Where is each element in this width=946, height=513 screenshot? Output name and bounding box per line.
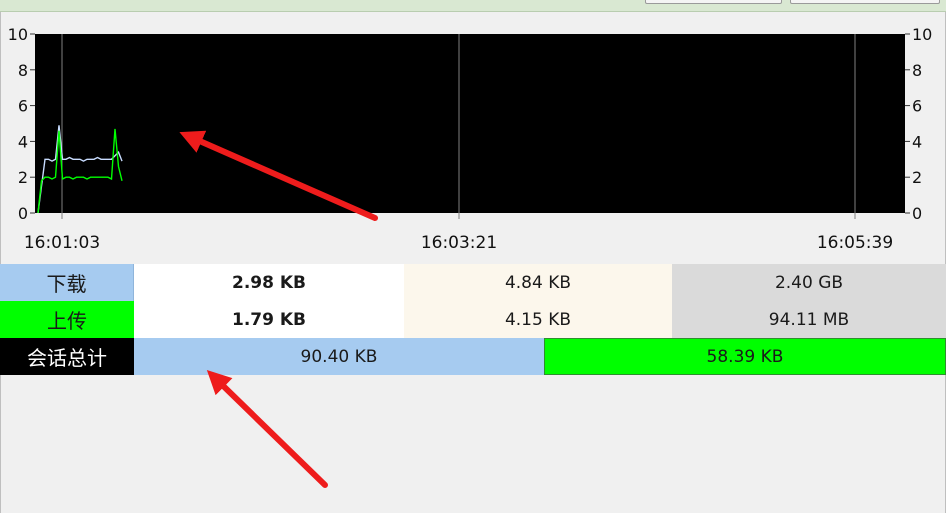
traffic-graph: 0 0 2 2 4 4 6 6 8 8 10 10 16:01:03 16:03:21 16:05:39	[8, 25, 933, 253]
y-tick-label-right-8: 8	[912, 61, 922, 80]
y-tick-label-left-10: 10	[8, 25, 28, 44]
session-download-bar: 90.40 KB	[134, 338, 544, 375]
upload-peak-value: 4.15 KB	[404, 301, 672, 338]
y-tick-label-right-4: 4	[912, 132, 922, 151]
session-total-row: 会话总计 90.40 KB 58.39 KB	[0, 338, 946, 375]
session-upload-bar: 58.39 KB	[544, 338, 946, 375]
time-label-2: 16:05:39	[817, 233, 893, 253]
download-current-value: 2.98 KB	[134, 264, 404, 301]
upload-total-value: 94.11 MB	[672, 301, 946, 338]
upload-row: 上传 1.79 KB 4.15 KB 94.11 MB	[0, 301, 946, 338]
y-tick-label-right-10: 10	[912, 25, 932, 44]
y-tick-label-right-6: 6	[912, 97, 922, 116]
y-tick-label-right-0: 0	[912, 204, 922, 223]
upload-current-value: 1.79 KB	[134, 301, 404, 338]
y-tick-label-left-2: 2	[18, 168, 28, 187]
time-label-0: 16:01:03	[24, 233, 100, 253]
download-label: 下载	[0, 264, 134, 301]
graph-plot-area	[35, 34, 905, 213]
arrow-to-session-bar	[206, 369, 328, 488]
download-row: 下载 2.98 KB 4.84 KB 2.40 GB	[0, 264, 946, 301]
y-tick-label-left-0: 0	[18, 204, 28, 223]
download-peak-value: 4.84 KB	[404, 264, 672, 301]
toolbar-button-left[interactable]	[645, 0, 782, 4]
toolbar-button-right[interactable]	[790, 0, 940, 4]
session-total-label: 会话总计	[0, 338, 134, 375]
y-tick-label-left-4: 4	[18, 132, 28, 151]
time-label-1: 16:03:21	[421, 233, 497, 253]
download-total-value: 2.40 GB	[672, 264, 946, 301]
y-tick-label-right-2: 2	[912, 168, 922, 187]
upload-label: 上传	[0, 301, 134, 338]
y-tick-label-left-6: 6	[18, 97, 28, 116]
y-tick-label-left-8: 8	[18, 61, 28, 80]
